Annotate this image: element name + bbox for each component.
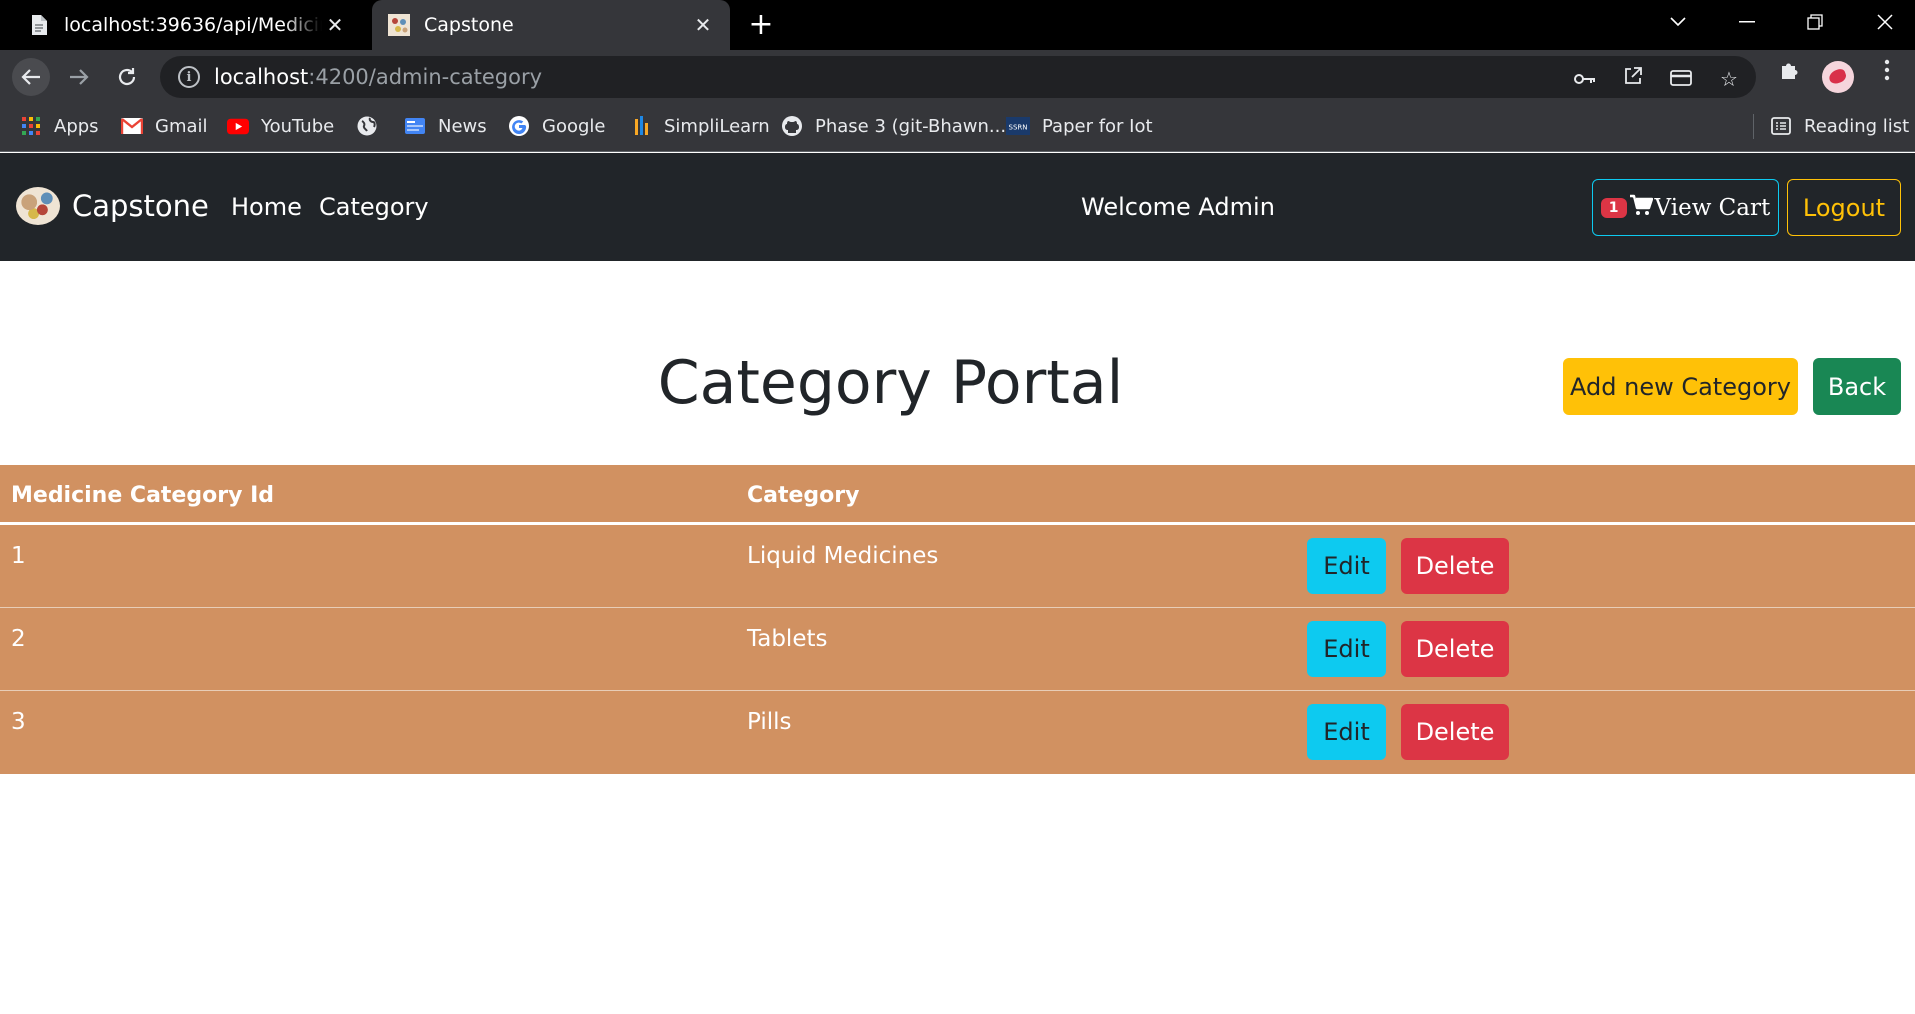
brand-logo [16,187,60,225]
back-button[interactable]: Back [1813,358,1901,415]
simplilearn-icon [630,115,652,137]
table-row: 1 Liquid Medicines Edit Delete [0,525,1915,608]
plus-icon[interactable]: + [744,8,778,42]
view-cart-label: View Cart [1654,194,1771,221]
reload-icon[interactable] [108,58,146,96]
nav-home-link[interactable]: Home [231,193,302,221]
cell-category: Pills [747,709,792,735]
table-header: Medicine Category Id Category [0,465,1915,525]
bookmark-globe[interactable] [356,103,390,149]
open-external-icon[interactable] [1620,66,1646,92]
bookmark-divider [1753,114,1754,139]
bookmark-label: Gmail [155,115,208,137]
profile-avatar[interactable] [1822,61,1854,93]
youtube-icon [227,115,249,137]
site-info-icon[interactable]: i [178,66,200,88]
close-icon[interactable]: ✕ [690,12,716,38]
news-icon [404,115,426,137]
view-cart-button[interactable]: 1 View Cart [1592,179,1779,236]
browser-toolbar: i localhost:4200/admin-category ☆ [0,50,1915,103]
logout-button[interactable]: Logout [1787,179,1901,236]
globe-icon [356,115,378,137]
app-navbar: Capstone Home Category Welcome Admin 1 V… [0,153,1915,261]
brand-name: Capstone [72,189,209,223]
table-row: 3 Pills Edit Delete [0,691,1915,774]
bookmark-label: News [438,115,487,137]
cart-count-badge: 1 [1600,197,1627,218]
bookmark-google[interactable]: Google [508,103,605,149]
close-icon[interactable]: ✕ [322,12,348,38]
extensions-icon[interactable] [1773,58,1807,92]
google-icon [508,115,530,137]
tab-search-icon[interactable] [1648,0,1708,44]
bookmark-label: Apps [54,115,99,137]
close-window-icon[interactable] [1855,0,1915,44]
address-bar[interactable]: i localhost:4200/admin-category ☆ [160,56,1756,98]
bookmark-label: Google [542,115,606,137]
bookmark-news[interactable]: News [404,103,487,149]
bookmark-label: SimpliLearn [664,115,770,137]
edit-button[interactable]: Edit [1307,621,1386,677]
forward-arrow-icon[interactable] [60,58,98,96]
cart-icon [1629,194,1653,222]
ssrn-icon: SSRN [1006,115,1030,137]
gmail-icon [121,115,143,137]
cell-id: 2 [11,626,26,652]
bookmark-apps[interactable]: Apps [20,103,99,149]
brand-link[interactable]: Capstone [16,187,209,225]
svg-text:SSRN: SSRN [1009,124,1028,132]
page-title: Category Portal [657,348,1124,418]
header-category: Category [747,483,860,508]
welcome-text: Welcome Admin [1081,193,1275,221]
card-icon[interactable] [1668,66,1694,92]
cell-id: 3 [11,709,26,735]
reading-list-label: Reading list [1804,115,1910,137]
back-arrow-icon[interactable] [12,58,50,96]
document-icon [28,14,50,36]
capstone-favicon [388,14,410,36]
apps-grid-icon [20,115,42,137]
browser-tab[interactable]: localhost:39636/api/MedicineCat ✕ [12,0,362,50]
menu-dots-icon[interactable] [1870,58,1904,92]
add-category-button[interactable]: Add new Category [1563,358,1798,415]
reading-list-button[interactable]: Reading list [1770,103,1909,149]
bookmarks-bar: Apps Gmail YouTube News Google SimpliLea… [0,103,1915,152]
bookmark-paper-for-iot[interactable]: SSRN Paper for Iot [1006,103,1153,149]
edit-button[interactable]: Edit [1307,704,1386,760]
delete-button[interactable]: Delete [1401,538,1509,594]
bookmark-github[interactable]: Phase 3 (git-Bhawn... [781,103,1006,149]
restore-icon[interactable] [1785,0,1845,44]
bookmark-label: Paper for Iot [1042,115,1153,137]
bookmark-simplilearn[interactable]: SimpliLearn [630,103,770,149]
star-icon[interactable]: ☆ [1716,66,1742,92]
cell-category: Tablets [747,626,828,652]
table-row: 2 Tablets Edit Delete [0,608,1915,691]
delete-button[interactable]: Delete [1401,621,1509,677]
browser-tab-active[interactable]: Capstone ✕ [372,0,730,50]
bookmark-label: Phase 3 (git-Bhawn... [815,115,1007,137]
minimize-icon[interactable] [1717,0,1777,44]
tab-title: Capstone [424,14,514,36]
bookmark-label: YouTube [261,115,335,137]
category-table: Medicine Category Id Category 1 Liquid M… [0,465,1915,774]
browser-tabstrip: localhost:39636/api/MedicineCat ✕ Capsto… [0,0,1915,50]
header-id: Medicine Category Id [11,483,275,508]
bookmark-gmail[interactable]: Gmail [121,103,208,149]
bookmark-youtube[interactable]: YouTube [227,103,334,149]
tab-title: localhost:39636/api/MedicineCat [64,14,322,36]
cell-id: 1 [11,543,26,569]
github-icon [781,115,803,137]
address-url: localhost:4200/admin-category [214,65,543,89]
key-icon[interactable] [1572,66,1598,92]
nav-category-link[interactable]: Category [319,193,429,221]
edit-button[interactable]: Edit [1307,538,1386,594]
reading-list-icon [1770,115,1792,137]
cell-category: Liquid Medicines [747,543,939,569]
delete-button[interactable]: Delete [1401,704,1509,760]
